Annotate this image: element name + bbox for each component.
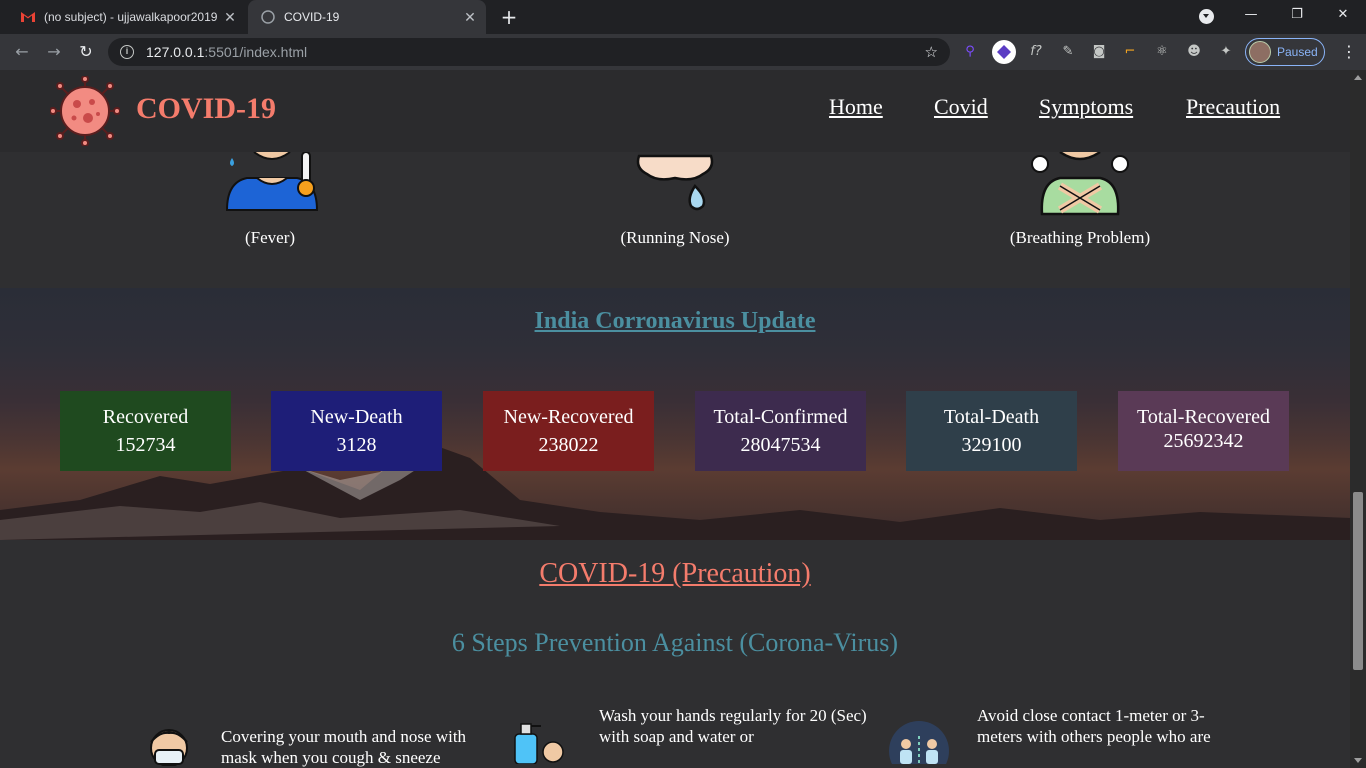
extension-ruler-icon[interactable]: ⌐ bbox=[1122, 44, 1138, 60]
address-bar[interactable]: i 127.0.0.1:5501/index.html ☆ bbox=[108, 38, 950, 66]
step-text: Covering your mouth and nose with mask w… bbox=[221, 727, 467, 767]
tab-gmail[interactable]: (no subject) - ujjawalkapoor2019 ✕ bbox=[8, 0, 246, 34]
stat-card-new-recovered: New-Recovered 238022 bbox=[483, 391, 654, 471]
precaution-section: COVID-19 (Precaution) 6 Steps Prevention… bbox=[0, 540, 1350, 768]
stat-card-recovered: Recovered 152734 bbox=[60, 391, 231, 471]
nav-link-home[interactable]: Home bbox=[829, 94, 883, 120]
scroll-up-icon[interactable] bbox=[1354, 75, 1362, 80]
url-host: 127.0.0.1 bbox=[146, 44, 205, 60]
url-path: :5501/index.html bbox=[204, 44, 308, 60]
avatar bbox=[1249, 41, 1271, 63]
social-distance-icon bbox=[889, 721, 949, 764]
profile-status: Paused bbox=[1277, 45, 1318, 59]
site-header: COVID-19 Home Covid Symptoms Precaution bbox=[0, 70, 1350, 152]
extension-search-icon[interactable]: ⚲ bbox=[962, 44, 978, 60]
browser-tab-bar: (no subject) - ujjawalkapoor2019 ✕ COVID… bbox=[0, 0, 1366, 34]
stat-card-total-death: Total-Death 329100 bbox=[906, 391, 1077, 471]
scroll-down-icon[interactable] bbox=[1354, 758, 1362, 763]
update-title[interactable]: India Corronavirus Update bbox=[0, 308, 1350, 335]
stat-label: New-Recovered bbox=[503, 406, 634, 428]
tab-title: COVID-19 bbox=[284, 10, 340, 24]
close-icon[interactable]: ✕ bbox=[460, 9, 480, 26]
stat-value: 3128 bbox=[336, 434, 377, 456]
symptom-caption: (Running Nose) bbox=[620, 228, 730, 247]
precaution-subtitle: 6 Steps Prevention Against (Corona-Virus… bbox=[451, 628, 899, 657]
symptom-caption: (Fever) bbox=[244, 228, 296, 247]
forward-icon[interactable]: → bbox=[44, 42, 64, 62]
fever-icon bbox=[225, 152, 319, 211]
stat-value: 25692342 bbox=[1163, 430, 1244, 452]
extension-color-picker-icon[interactable]: ✎ bbox=[1060, 44, 1076, 60]
bookmark-star-icon[interactable]: ☆ bbox=[925, 43, 938, 61]
extension-camera-icon[interactable]: ◙ bbox=[1091, 44, 1107, 60]
gmail-icon bbox=[20, 9, 36, 25]
precaution-title[interactable]: COVID-19 (Precaution) bbox=[0, 558, 1350, 590]
profile-button[interactable]: Paused bbox=[1245, 38, 1325, 66]
hand-wash-icon bbox=[514, 723, 564, 764]
stat-label: Recovered bbox=[102, 406, 189, 428]
page-viewport: (Fever) (Running Nose) (Breathing Proble… bbox=[0, 70, 1350, 768]
tab-search-icon[interactable] bbox=[1199, 9, 1214, 24]
nav-link-precaution[interactable]: Precaution bbox=[1186, 94, 1280, 120]
stat-value: 329100 bbox=[961, 434, 1022, 456]
reload-icon[interactable]: ↻ bbox=[76, 42, 96, 62]
stat-value: 152734 bbox=[115, 434, 176, 456]
stat-value: 28047534 bbox=[740, 434, 821, 456]
menu-dots-icon[interactable]: ⋮ bbox=[1341, 42, 1357, 62]
symptoms-section: (Fever) (Running Nose) (Breathing Proble… bbox=[0, 152, 1350, 288]
india-update-section: India Corronavirus Update Recovered 1527… bbox=[0, 288, 1350, 540]
page-scrollbar[interactable] bbox=[1350, 70, 1366, 768]
tab-title: (no subject) - ujjawalkapoor2019 bbox=[44, 10, 218, 24]
stat-label: New-Death bbox=[310, 406, 403, 428]
window-controls: — ❐ ✕ bbox=[1228, 0, 1366, 34]
restore-icon[interactable]: ❐ bbox=[1274, 0, 1320, 30]
virus-logo-icon[interactable] bbox=[50, 76, 120, 146]
extensions-puzzle-icon[interactable]: ✦ bbox=[1218, 44, 1234, 60]
close-icon[interactable]: ✕ bbox=[220, 9, 240, 26]
extension-diamond-icon[interactable] bbox=[992, 40, 1016, 64]
brand-title[interactable]: COVID-19 bbox=[136, 92, 276, 126]
stat-value: 238022 bbox=[538, 434, 599, 456]
stat-card-total-confirmed: Total-Confirmed 28047534 bbox=[695, 391, 866, 471]
close-window-icon[interactable]: ✕ bbox=[1320, 0, 1366, 30]
step-text: Avoid close contact 1-meter or 3-meters … bbox=[977, 706, 1211, 746]
extension-react-icon[interactable]: ⚛ bbox=[1154, 44, 1170, 60]
globe-icon bbox=[260, 9, 276, 25]
tab-covid[interactable]: COVID-19 ✕ bbox=[248, 0, 486, 34]
stat-card-new-death: New-Death 3128 bbox=[271, 391, 442, 471]
stat-label: Total-Confirmed bbox=[713, 406, 848, 428]
extension-fonts-icon[interactable]: f? bbox=[1026, 44, 1046, 60]
stat-card-total-recovered: Total-Recovered 25692342 bbox=[1118, 391, 1289, 471]
stat-label: Total-Death bbox=[943, 406, 1040, 428]
mask-icon bbox=[150, 729, 188, 766]
scrollbar-thumb[interactable] bbox=[1353, 492, 1363, 670]
stat-label: Total-Recovered bbox=[1137, 406, 1270, 428]
new-tab-button[interactable]: + bbox=[498, 6, 520, 28]
breathing-problem-icon bbox=[1031, 152, 1129, 216]
minimize-icon[interactable]: — bbox=[1228, 0, 1274, 30]
step-text: Wash your hands regularly for 20 (Sec) w… bbox=[599, 706, 867, 746]
back-icon[interactable]: ← bbox=[12, 42, 32, 62]
nav-link-symptoms[interactable]: Symptoms bbox=[1039, 94, 1133, 120]
running-nose-icon bbox=[636, 154, 714, 211]
extension-mask-icon[interactable]: ☻ bbox=[1186, 44, 1202, 60]
info-icon[interactable]: i bbox=[120, 45, 134, 59]
symptom-caption: (Breathing Problem) bbox=[1009, 228, 1151, 247]
nav-link-covid[interactable]: Covid bbox=[934, 94, 988, 120]
browser-toolbar: ← → ↻ i 127.0.0.1:5501/index.html ☆ ⚲ f?… bbox=[0, 34, 1366, 70]
